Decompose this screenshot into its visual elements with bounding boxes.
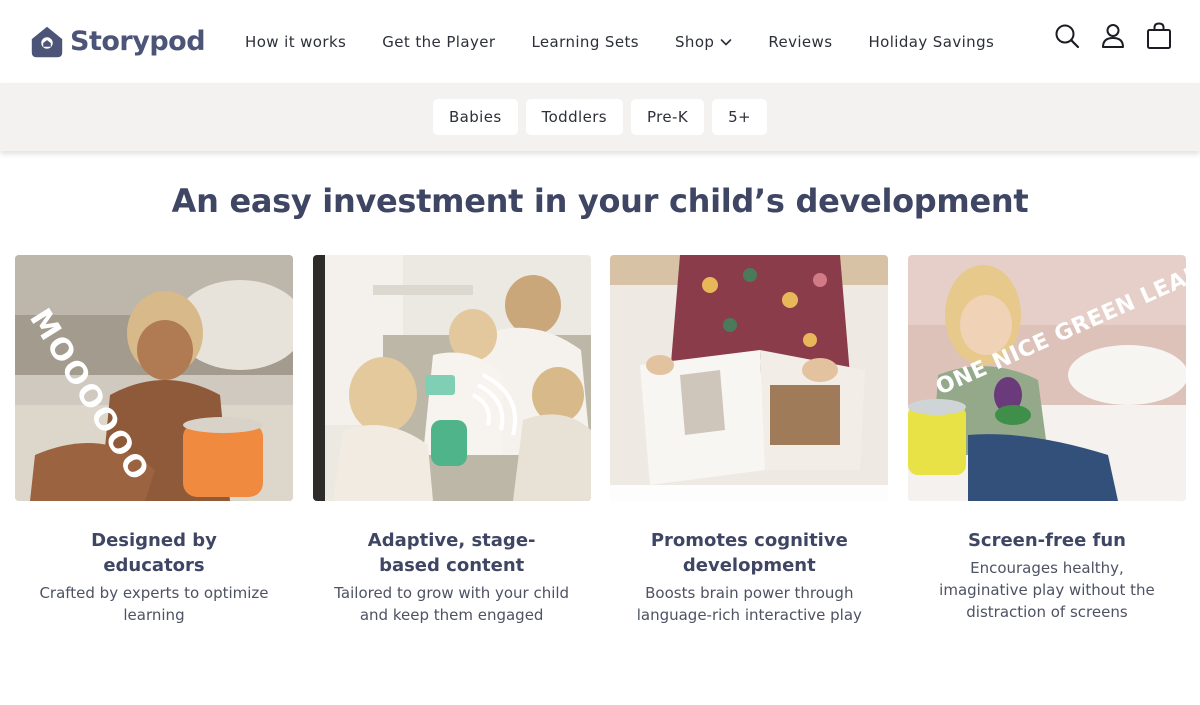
- card-description: Boosts brain power through language-rich…: [636, 584, 862, 624]
- nav-learning-sets[interactable]: Learning Sets: [531, 33, 639, 51]
- storypod-logo-icon: [31, 26, 63, 57]
- storypod-logo[interactable]: Storypod: [28, 23, 206, 61]
- age-filter-bar: Babies Toddlers Pre-K 5+: [0, 83, 1200, 151]
- benefits-section: An easy investment in your child’s devel…: [0, 182, 1200, 626]
- nav-label: Learning Sets: [531, 32, 639, 51]
- card-description: Tailored to grow with your child and kee…: [334, 584, 570, 624]
- card-description: Crafted by experts to optimize learning: [39, 584, 269, 624]
- brand-name: Storypod: [70, 26, 206, 57]
- benefit-cards: MOOOOOO Designed by educators Crafted by…: [0, 255, 1200, 626]
- main-nav: How it works Get the Player Learning Set…: [245, 33, 1030, 51]
- header-actions: [1034, 22, 1172, 50]
- nav-label: Get the Player: [382, 32, 496, 51]
- child-reading-book-photo: [610, 255, 889, 501]
- shopping-bag-icon[interactable]: [1146, 22, 1172, 50]
- age-filter-5-plus[interactable]: 5+: [712, 99, 768, 135]
- nav-label: Reviews: [768, 32, 833, 51]
- nav-shop[interactable]: Shop: [675, 33, 732, 51]
- nav-get-the-player[interactable]: Get the Player: [382, 33, 495, 51]
- site-header: Storypod How it works Get the Player Lea…: [0, 0, 1200, 83]
- nav-reviews[interactable]: Reviews: [768, 33, 832, 51]
- account-icon[interactable]: [1100, 22, 1126, 50]
- nav-how-it-works[interactable]: How it works: [245, 33, 346, 51]
- chevron-down-icon: [721, 38, 732, 45]
- girl-on-bed-photo: ONE NICE GREEN LEAF: [907, 255, 1186, 501]
- age-filter-pre-k[interactable]: Pre-K: [631, 99, 705, 135]
- card-title: Designed by educators: [91, 530, 217, 576]
- nav-label: How it works: [245, 32, 347, 51]
- benefit-card: Adaptive, stage-based content Tailored t…: [312, 255, 591, 626]
- benefit-card: Promotes cognitive development Boosts br…: [610, 255, 889, 626]
- age-filter-toddlers[interactable]: Toddlers: [525, 99, 623, 135]
- nav-label: Holiday Savings: [868, 32, 995, 51]
- card-title: Adaptive, stage-based content: [367, 530, 536, 576]
- card-description: Encourages healthy, imaginative play wit…: [939, 559, 1155, 621]
- card-title: Screen-free fun: [967, 530, 1126, 551]
- card-title: Promotes cognitive development: [650, 530, 848, 576]
- family-reading-photo: [312, 255, 591, 501]
- benefit-card: ONE NICE GREEN LEAF Screen-free fun Enco…: [907, 255, 1186, 626]
- nav-holiday-savings[interactable]: Holiday Savings: [868, 33, 994, 51]
- section-title: An easy investment in your child’s devel…: [171, 182, 1029, 220]
- benefit-card: MOOOOOO Designed by educators Crafted by…: [15, 255, 293, 626]
- nav-label: Shop: [674, 32, 715, 51]
- age-filter-babies[interactable]: Babies: [432, 99, 518, 135]
- search-icon[interactable]: [1054, 22, 1080, 50]
- toddler-with-player-photo: MOOOOOO: [15, 255, 293, 501]
